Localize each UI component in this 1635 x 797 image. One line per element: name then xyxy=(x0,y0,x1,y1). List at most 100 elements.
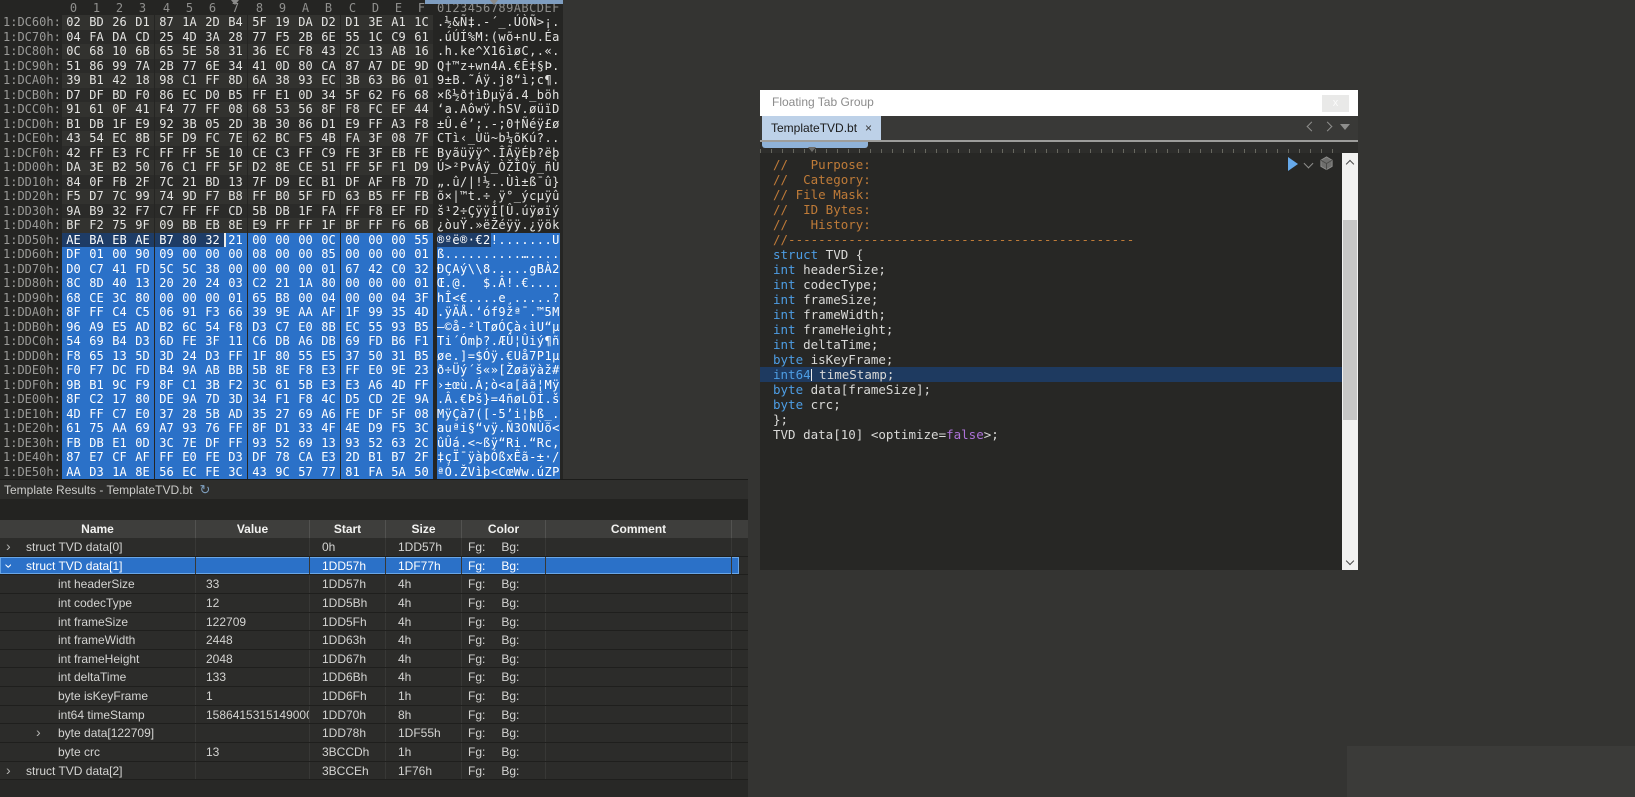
hex-byte[interactable]: 10 xyxy=(224,146,247,161)
hex-byte[interactable]: 5B xyxy=(201,407,224,422)
hex-byte[interactable]: 0F xyxy=(85,175,108,190)
fg-color-label[interactable]: Fg: xyxy=(468,670,485,684)
hex-byte[interactable]: C7 xyxy=(271,320,294,335)
code-line[interactable]: byte crc; xyxy=(760,397,1358,412)
hex-row[interactable]: 1:DC60h:02BD26D1871A2DB45F19DAD2D13EA11C… xyxy=(0,15,563,30)
hex-byte[interactable]: DB xyxy=(271,204,294,219)
hex-byte[interactable]: 80 xyxy=(131,392,154,407)
hex-byte[interactable]: 9B xyxy=(62,378,85,393)
fg-color-label[interactable]: Fg: xyxy=(468,764,485,778)
fg-color-label[interactable]: Fg: xyxy=(468,708,485,722)
hex-byte[interactable]: D9 xyxy=(410,160,433,175)
hex-byte[interactable]: 62 xyxy=(364,88,387,103)
column-header-name[interactable]: Name xyxy=(0,520,196,538)
hex-row[interactable]: 1:DD40h:BFF2759F09BBEB8EE9FFFF1FBFFFF66B… xyxy=(0,218,563,233)
hex-byte[interactable]: 39 xyxy=(62,73,85,88)
hex-byte[interactable]: 55 xyxy=(341,30,364,45)
hex-byte[interactable]: EF xyxy=(387,204,410,219)
hex-byte[interactable]: 32 xyxy=(108,204,131,219)
hex-byte[interactable]: FF xyxy=(201,160,224,175)
hex-byte[interactable]: EB xyxy=(201,218,224,233)
hex-byte[interactable]: 4F xyxy=(317,421,340,436)
ascii-text[interactable]: ß..........….... xyxy=(437,247,560,262)
hex-byte[interactable]: EB xyxy=(108,233,131,248)
hex-byte[interactable]: 2E xyxy=(387,392,410,407)
hex-byte[interactable]: EC xyxy=(294,175,317,190)
hex-byte[interactable]: B7 xyxy=(155,233,178,248)
hex-byte[interactable]: FE xyxy=(201,450,224,465)
hex-byte[interactable]: 01 xyxy=(317,262,340,277)
hex-byte[interactable]: F2 xyxy=(224,378,247,393)
hex-byte[interactable]: 3F xyxy=(201,334,224,349)
hex-byte[interactable]: 65 xyxy=(85,349,108,364)
hex-byte[interactable]: 54 xyxy=(201,320,224,335)
hex-byte[interactable]: 3E xyxy=(364,15,387,30)
hex-byte[interactable]: 21 xyxy=(224,233,247,248)
hex-byte[interactable]: 08 xyxy=(410,407,433,422)
hex-byte[interactable]: D1 xyxy=(131,15,154,30)
hex-byte[interactable]: 99 xyxy=(131,189,154,204)
hex-byte[interactable]: DF xyxy=(85,88,108,103)
column-header-color[interactable]: Color xyxy=(462,520,546,538)
hex-byte[interactable]: FD xyxy=(364,334,387,349)
hex-byte[interactable]: 00 xyxy=(341,276,364,291)
refresh-icon[interactable]: ↻ xyxy=(200,484,211,496)
hex-byte[interactable]: 04 xyxy=(62,30,85,45)
hex-byte[interactable]: FE xyxy=(341,146,364,161)
hex-byte[interactable]: 69 xyxy=(341,334,364,349)
hex-byte[interactable]: FF xyxy=(341,160,364,175)
hex-row[interactable]: 1:DDA0h:8FFFC4C50691F366399EAAAF1F99354D… xyxy=(0,305,563,320)
hex-byte[interactable]: A9 xyxy=(85,320,108,335)
hex-byte[interactable]: AE xyxy=(62,233,85,248)
hex-byte[interactable]: BC xyxy=(271,131,294,146)
hex-byte[interactable]: 09 xyxy=(155,247,178,262)
editor-vertical-scrollbar[interactable] xyxy=(1342,153,1358,570)
hex-byte[interactable]: 99 xyxy=(108,59,131,74)
hex-byte[interactable]: 31 xyxy=(387,349,410,364)
hex-row[interactable]: 1:DDD0h:F865135D3D24D3FF1F8055E5375031B5… xyxy=(0,349,563,364)
hex-byte[interactable]: 93 xyxy=(178,421,201,436)
hex-byte[interactable]: 8F xyxy=(248,421,271,436)
ascii-text[interactable]: ‡çÏ¯ÿàþÓßxÊã-±·/ xyxy=(437,450,560,465)
bg-color-label[interactable]: Bg: xyxy=(501,708,519,722)
hex-byte[interactable]: EC xyxy=(108,131,131,146)
hex-byte[interactable]: 5A xyxy=(387,465,410,480)
hex-byte[interactable]: 57 xyxy=(294,465,317,480)
hex-byte[interactable]: B1 xyxy=(85,378,108,393)
hex-byte[interactable]: FF xyxy=(85,407,108,422)
hex-byte[interactable]: 04 xyxy=(317,291,340,306)
ascii-text[interactable]: .½&Ñ‡.-´_.ÚÒÑ>¡. xyxy=(437,15,560,30)
column-header-start[interactable]: Start xyxy=(310,520,386,538)
hex-byte[interactable]: 8D xyxy=(224,73,247,88)
hex-byte[interactable]: FC xyxy=(364,102,387,117)
hex-byte[interactable]: 5F xyxy=(364,160,387,175)
hex-row[interactable]: 1:DC70h:04FADACD254D3A2877F52B6E551CC961… xyxy=(0,30,563,45)
hex-row[interactable]: 1:DE50h:AAD31A8E56ECFE3C439C577781FA5A50… xyxy=(0,465,563,480)
hex-byte[interactable]: 50 xyxy=(410,465,433,480)
hex-byte[interactable]: 7E xyxy=(224,131,247,146)
hex-byte[interactable]: B5 xyxy=(410,349,433,364)
hex-byte[interactable]: F8 xyxy=(224,320,247,335)
hex-byte[interactable]: 00 xyxy=(248,233,271,248)
column-header-size[interactable]: Size xyxy=(386,520,462,538)
hex-byte[interactable]: 77 xyxy=(178,59,201,74)
hex-byte[interactable]: C4 xyxy=(108,305,131,320)
hex-byte[interactable]: 6E xyxy=(201,59,224,74)
hex-byte[interactable]: FD xyxy=(317,189,340,204)
hex-byte[interactable]: FF xyxy=(364,218,387,233)
code-line[interactable]: struct TVD { xyxy=(760,247,1358,262)
hex-byte[interactable]: 93 xyxy=(387,320,410,335)
hex-byte[interactable]: A1 xyxy=(387,15,410,30)
code-line[interactable]: TVD data[10] <optimize=false>; xyxy=(760,427,1358,442)
hex-byte[interactable]: 9C xyxy=(108,378,131,393)
ascii-text[interactable]: hÎ<€....e¸.....? xyxy=(437,291,560,306)
hex-byte[interactable]: FB xyxy=(410,189,433,204)
hex-byte[interactable]: 3F xyxy=(410,291,433,306)
hex-byte[interactable]: E0 xyxy=(178,450,201,465)
hex-byte[interactable]: 5F xyxy=(387,407,410,422)
hex-byte[interactable]: D3 xyxy=(224,450,247,465)
hex-byte[interactable]: 63 xyxy=(364,73,387,88)
hex-byte[interactable]: FD xyxy=(131,262,154,277)
hex-byte[interactable]: 08 xyxy=(387,131,410,146)
hex-byte[interactable]: CF xyxy=(108,450,131,465)
